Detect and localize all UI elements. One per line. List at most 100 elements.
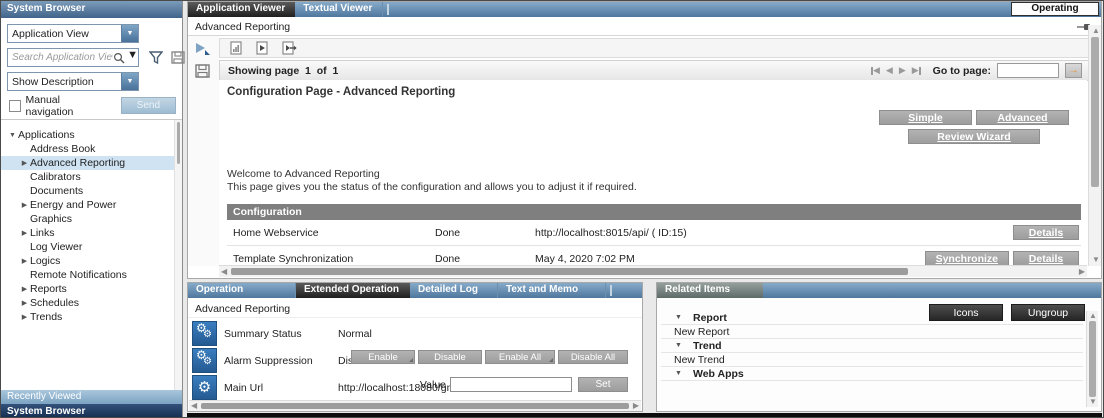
description-mode-value: Show Description	[8, 73, 121, 90]
tree-item-address-book[interactable]: Address Book	[1, 142, 182, 156]
tree-item-log-viewer[interactable]: Log Viewer	[1, 240, 182, 254]
config-item-name: Home Webservice	[233, 227, 319, 239]
send-button[interactable]: Send	[121, 97, 176, 114]
simple-button[interactable]: Simple	[879, 110, 972, 125]
chevron-down-icon[interactable]: ▼	[127, 49, 138, 66]
details-button[interactable]: Details	[1013, 251, 1079, 265]
disable-all-button[interactable]: Disable All	[558, 350, 628, 364]
viewer-horizontal-scrollbar[interactable]: ◀ ▶	[219, 265, 1087, 277]
breadcrumb-row: Advanced Reporting	[188, 17, 1101, 36]
tree-item-graphics[interactable]: Graphics	[1, 212, 182, 226]
tab-textual-viewer[interactable]: Textual Viewer	[295, 2, 383, 17]
tree-item-calibrators[interactable]: Calibrators	[1, 170, 182, 184]
tab-detailed-log[interactable]: Detailed Log	[410, 283, 498, 298]
enable-all-button[interactable]: Enable All	[485, 350, 555, 364]
tab-extended-operation[interactable]: Extended Operation	[296, 283, 410, 298]
save-search-icon[interactable]	[171, 51, 185, 64]
expander-open-icon[interactable]: ▼	[675, 370, 682, 377]
related-group-web-apps[interactable]: ▼ Web Apps	[661, 367, 1083, 381]
review-wizard-button[interactable]: Review Wizard	[908, 129, 1040, 144]
gears-icon: ⚙⚙	[192, 321, 217, 346]
tree-item-reports[interactable]: ▶ Reports	[1, 282, 182, 296]
value-input[interactable]	[450, 377, 572, 392]
first-page-icon[interactable]: ◀	[871, 65, 880, 76]
export-document-icon[interactable]	[282, 41, 297, 55]
tree-item-trends[interactable]: ▶ Trends	[1, 310, 182, 324]
expander-closed-icon[interactable]: ▶	[19, 257, 30, 265]
expander-open-icon[interactable]: ▼	[675, 342, 682, 349]
chevron-down-icon[interactable]: ▼	[121, 73, 138, 90]
last-page-icon[interactable]: ▶	[912, 65, 921, 76]
filter-icon[interactable]	[149, 51, 163, 64]
expander-closed-icon[interactable]: ▶	[19, 201, 30, 209]
manual-navigation-checkbox[interactable]	[9, 100, 21, 112]
expander-closed-icon[interactable]: ▶	[19, 159, 30, 167]
operating-mode-button[interactable]: Operating	[1011, 2, 1099, 16]
run-document-icon[interactable]	[256, 41, 268, 55]
tree-item-documents[interactable]: Documents	[1, 184, 182, 198]
run-report-icon[interactable]	[195, 42, 219, 56]
search-input[interactable]: Search Application View ▼	[7, 48, 139, 67]
tree-item-applications[interactable]: ▼ Applications	[1, 128, 182, 142]
tab-related-items[interactable]: Related Items	[657, 283, 763, 298]
tree-item-energy-and-power[interactable]: ▶ Energy and Power	[1, 198, 182, 212]
goto-page-button[interactable]: →	[1065, 63, 1082, 78]
goto-page-label: Go to page:	[933, 65, 991, 77]
report-preview-icon[interactable]	[230, 41, 242, 55]
tree-item-schedules[interactable]: ▶ Schedules	[1, 296, 182, 310]
tab-text-and-memo[interactable]: Text and Memo	[498, 283, 606, 298]
description-mode-dropdown[interactable]: Show Description ▼	[7, 72, 139, 91]
tabstrip-divider	[387, 4, 389, 15]
tree-item-links[interactable]: ▶ Links	[1, 226, 182, 240]
config-item-value: http://localhost:8015/api/ ( ID:15)	[535, 227, 687, 239]
related-items-scrollbar[interactable]: ▲ ▼	[1086, 311, 1098, 407]
expander-closed-icon[interactable]: ▶	[19, 299, 30, 307]
chevron-down-icon[interactable]: ▼	[121, 25, 138, 42]
related-item-new-trend[interactable]: New Trend	[661, 353, 1083, 367]
enable-button[interactable]: Enable	[351, 350, 415, 364]
showing-page-label: Showing page	[228, 65, 299, 77]
application-window: System Browser Application View ▼ Search…	[0, 0, 1104, 418]
previous-page-icon[interactable]: ◀	[886, 65, 893, 76]
report-content: Configuration Page - Advanced Reporting …	[219, 80, 1087, 265]
tab-operation[interactable]: Operation	[188, 283, 296, 298]
property-value: Normal	[338, 328, 372, 340]
tree-item-logics[interactable]: ▶ Logics	[1, 254, 182, 268]
advanced-button[interactable]: Advanced	[976, 110, 1069, 125]
config-item-name: Template Synchronization	[233, 253, 353, 265]
expander-open-icon[interactable]: ▼	[675, 314, 682, 321]
tree-scrollbar[interactable]	[174, 120, 182, 390]
related-group-report[interactable]: ▼ Report	[661, 311, 1083, 325]
next-page-icon[interactable]: ▶	[899, 65, 906, 76]
expander-closed-icon[interactable]: ▶	[19, 229, 30, 237]
disable-button[interactable]: Disable	[418, 350, 482, 364]
paging-bar: Showing page 1 of 1 ◀ ◀ ▶ ▶ Go to page: …	[219, 60, 1101, 81]
expander-closed-icon[interactable]: ▶	[19, 313, 30, 321]
tree-item-advanced-reporting[interactable]: ▶ Advanced Reporting	[1, 156, 182, 170]
configuration-section: Configuration Home Webservice Done http:…	[227, 204, 1081, 265]
view-selector-dropdown[interactable]: Application View ▼	[7, 24, 139, 43]
related-group-trend[interactable]: ▼ Trend	[661, 339, 1083, 353]
tab-application-viewer[interactable]: Application Viewer	[188, 2, 295, 17]
synchronize-button[interactable]: Synchronize	[925, 251, 1009, 265]
details-button[interactable]: Details	[1013, 225, 1079, 240]
save-report-icon[interactable]	[195, 64, 219, 78]
expander-open-icon[interactable]: ▼	[7, 132, 18, 139]
recently-viewed-bar[interactable]: Recently Viewed	[1, 390, 182, 404]
expander-closed-icon[interactable]: ▶	[19, 285, 30, 293]
operation-horizontal-scrollbar[interactable]: ◀ ▶	[189, 400, 641, 411]
goto-page-input[interactable]	[997, 63, 1059, 78]
related-item-new-report[interactable]: New Report	[661, 325, 1083, 339]
system-browser-bottom-bar[interactable]: System Browser	[1, 404, 182, 418]
config-row-home-webservice: Home Webservice Done http://localhost:80…	[227, 220, 1081, 246]
manual-navigation-label: Manual navigation	[26, 94, 107, 118]
property-label: Summary Status	[224, 328, 302, 340]
set-button[interactable]: Set	[578, 377, 628, 392]
operation-object-title: Advanced Reporting	[188, 298, 642, 318]
tree-item-remote-notifications[interactable]: Remote Notifications	[1, 268, 182, 282]
gears-icon: ⚙⚙	[192, 348, 217, 373]
document-actions-row	[219, 38, 1101, 58]
value-label: Value	[420, 379, 446, 391]
viewer-vertical-scrollbar[interactable]: ▲ ▼	[1088, 25, 1101, 266]
search-icon[interactable]	[113, 49, 127, 66]
